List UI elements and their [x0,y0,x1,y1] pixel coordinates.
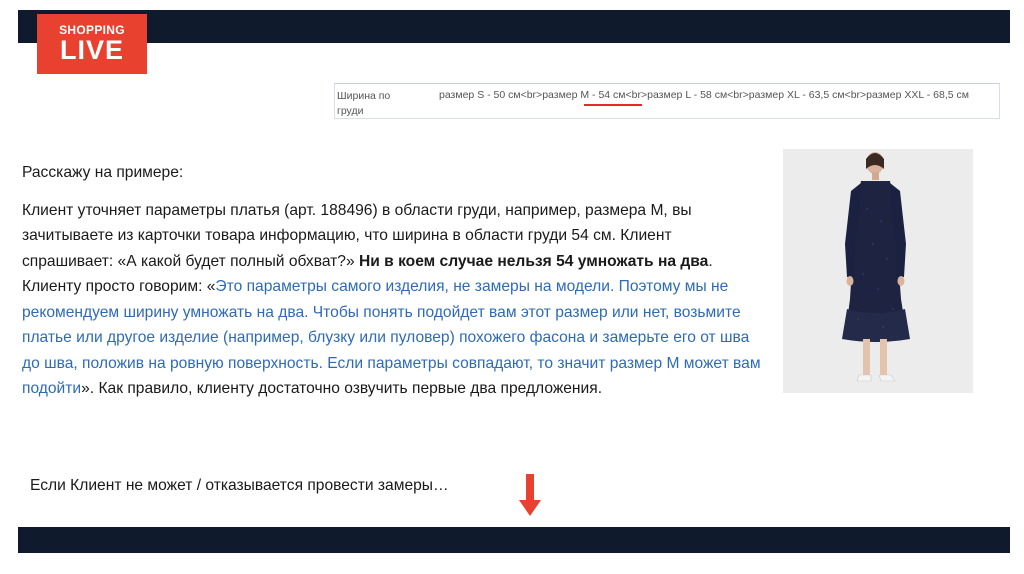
top-bar [18,10,1010,43]
bottom-prompt: Если Клиент не может / отказывается пров… [30,477,449,494]
size-field-screenshot: Ширина по груди размер S - 50 см<br>разм… [334,83,1000,119]
text-part-3: ». Как правило, клиенту достаточно озвуч… [81,380,603,397]
arrow-down-icon [519,474,541,516]
dress-illustration [783,149,973,393]
logo-line-2: LIVE [59,35,124,65]
example-text: Расскажу на примере: Клиент уточняет пар… [22,160,762,402]
bottom-bar [18,527,1010,553]
size-field-value: размер S - 50 см<br>размер M - 54 см<br>… [439,89,969,101]
dress-model-photo [783,149,973,393]
size-m-underline [584,104,642,106]
bold-warning: Ни в коем случае нельзя 54 умножать на д… [358,252,709,270]
shopping-live-logo: SHOPPING LIVE [37,14,147,74]
example-paragraph: Клиент уточняет параметры платья (арт. 1… [22,198,762,402]
intro-line: Расскажу на примере: [22,164,184,181]
size-field-label: Ширина по груди [337,90,391,117]
